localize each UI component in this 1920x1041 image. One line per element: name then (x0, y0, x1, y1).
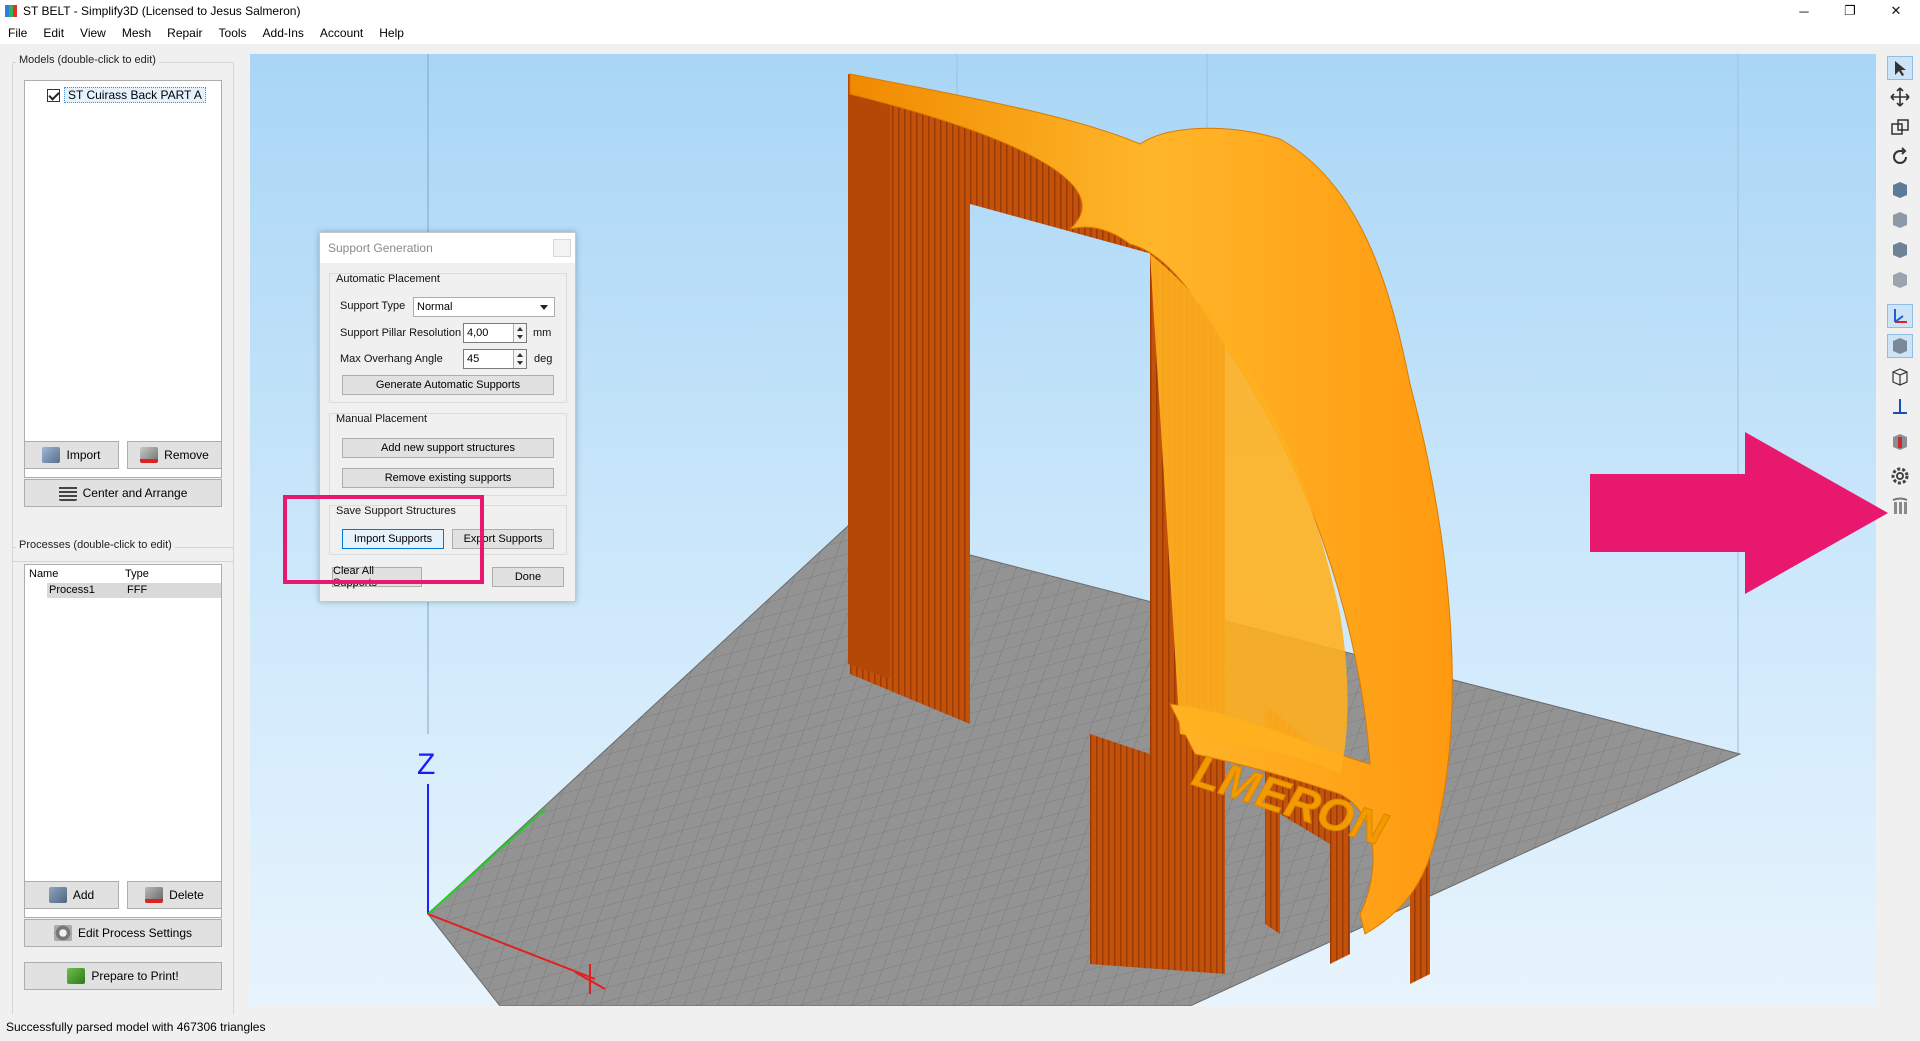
title-bar: ST BELT - Simplify3D (Licensed to Jesus … (0, 0, 1920, 22)
wireframe-view-icon[interactable] (1887, 365, 1913, 389)
processes-list[interactable]: Name Type Process1 FFF (24, 564, 222, 918)
prepare-to-print-label: Prepare to Print! (91, 969, 179, 983)
pointer-arrow-shape (1590, 432, 1888, 594)
processes-group-title: Processes (double-click to edit) (16, 539, 175, 551)
select-icon[interactable] (1887, 56, 1913, 80)
support-type-select[interactable]: Normal (413, 297, 555, 317)
add-support-structures-button[interactable]: Add new support structures (342, 438, 554, 458)
arrange-icon (58, 485, 77, 501)
delete-process-button[interactable]: Delete (127, 881, 222, 909)
settings-gear-icon[interactable] (1887, 464, 1913, 488)
process-type: FFF (127, 583, 221, 598)
automatic-placement-title: Automatic Placement (336, 273, 440, 285)
scale-icon[interactable] (1887, 115, 1913, 139)
left-panel: Models (double-click to edit) ST Cuirass… (0, 44, 246, 1041)
column-type: Type (125, 568, 149, 580)
support-type-value: Normal (417, 301, 453, 313)
menu-file[interactable]: File (0, 22, 35, 44)
center-arrange-button[interactable]: Center and Arrange (24, 479, 222, 507)
overhang-unit: deg (534, 353, 553, 365)
chevron-down-icon (540, 305, 548, 310)
solid-view-icon[interactable] (1887, 334, 1913, 358)
model-list-item[interactable]: ST Cuirass Back PART A (47, 87, 206, 103)
app-logo-icon (5, 5, 17, 17)
axes-icon[interactable] (1887, 304, 1913, 328)
simplify3d-window: ST BELT - Simplify3D (Licensed to Jesus … (0, 0, 1920, 1041)
pillar-resolution-value: 4,00 (467, 327, 489, 339)
menu-account[interactable]: Account (312, 22, 371, 44)
view-top-icon[interactable] (1887, 268, 1913, 292)
overhang-angle-value: 45 (467, 353, 480, 365)
status-bar: Successfully parsed model with 467306 tr… (0, 1014, 1920, 1041)
highlight-box (283, 495, 484, 584)
menu-view[interactable]: View (72, 22, 114, 44)
model-visible-checkbox[interactable] (47, 88, 60, 102)
build-plate (427, 523, 1742, 1006)
menu-help[interactable]: Help (371, 22, 412, 44)
edit-process-label: Edit Process Settings (77, 926, 193, 940)
view-default-icon[interactable] (1887, 178, 1913, 202)
import-button-label: Import (66, 448, 101, 462)
pillar-unit: mm (533, 327, 552, 339)
support-pillars-edge (848, 74, 890, 679)
menu-mesh[interactable]: Mesh (114, 22, 159, 44)
import-icon (42, 447, 61, 463)
overhang-angle-label: Max Overhang Angle (340, 353, 443, 365)
view-side-icon[interactable] (1887, 238, 1913, 262)
prepare-to-print-button[interactable]: Prepare to Print! (24, 962, 222, 990)
remove-button-label: Remove (164, 448, 209, 462)
checkmark-icon (67, 968, 86, 984)
edit-process-settings-button[interactable]: Edit Process Settings (24, 919, 222, 947)
import-button[interactable]: Import (24, 441, 119, 469)
remove-existing-supports-button[interactable]: Remove existing supports (342, 468, 554, 488)
models-list[interactable]: ST Cuirass Back PART A (24, 80, 222, 478)
close-button[interactable]: ✕ (1876, 0, 1916, 22)
models-group-title: Models (double-click to edit) (16, 54, 159, 66)
pillar-resolution-label: Support Pillar Resolution (340, 327, 462, 339)
model-name[interactable]: ST Cuirass Back PART A (64, 87, 206, 103)
cross-section-icon[interactable] (1887, 430, 1913, 454)
pointer-arrow (1590, 432, 1888, 594)
add-button-label: Add (72, 888, 95, 902)
add-icon (48, 887, 67, 903)
pillar-resolution-input[interactable]: 4,00 (463, 323, 527, 343)
menu-edit[interactable]: Edit (35, 22, 72, 44)
manual-placement-title: Manual Placement (336, 413, 428, 425)
spinner-arrows-icon[interactable] (513, 350, 526, 368)
process-name: Process1 (47, 583, 127, 598)
menu-repair[interactable]: Repair (159, 22, 210, 44)
support-type-label: Support Type (340, 300, 406, 312)
menu-bar: File Edit View Mesh Repair Tools Add-Ins… (0, 22, 1920, 44)
menu-add-ins[interactable]: Add-Ins (255, 22, 312, 44)
column-name: Name (29, 568, 59, 580)
rotate-icon[interactable] (1887, 145, 1913, 169)
center-arrange-label: Center and Arrange (82, 486, 188, 500)
axis-arrow-icon[interactable] (1887, 395, 1913, 419)
window-title: ST BELT - Simplify3D (Licensed to Jesus … (23, 4, 301, 18)
view-front-icon[interactable] (1887, 208, 1913, 232)
process-row[interactable]: Process1 FFF (25, 583, 221, 598)
delete-button-label: Delete (169, 888, 204, 902)
menu-tools[interactable]: Tools (211, 22, 255, 44)
dialog-close-icon[interactable] (553, 239, 571, 257)
processes-list-header: Name Type (25, 565, 221, 583)
overhang-angle-input[interactable]: 45 (463, 349, 527, 369)
minimize-button[interactable]: ─ (1784, 0, 1824, 22)
dialog-title: Support Generation (320, 233, 575, 263)
remove-icon (140, 447, 159, 463)
move-icon[interactable] (1887, 85, 1913, 109)
delete-icon (145, 887, 164, 903)
maximize-button[interactable]: ❐ (1830, 0, 1870, 22)
supports-icon[interactable] (1887, 494, 1913, 518)
add-process-button[interactable]: Add (24, 881, 119, 909)
remove-button[interactable]: Remove (127, 441, 222, 469)
spinner-arrows-icon[interactable] (513, 324, 526, 342)
generate-automatic-supports-button[interactable]: Generate Automatic Supports (342, 375, 554, 395)
gear-icon (53, 925, 72, 941)
done-button[interactable]: Done (492, 567, 564, 587)
z-axis-label: Z (417, 748, 435, 781)
